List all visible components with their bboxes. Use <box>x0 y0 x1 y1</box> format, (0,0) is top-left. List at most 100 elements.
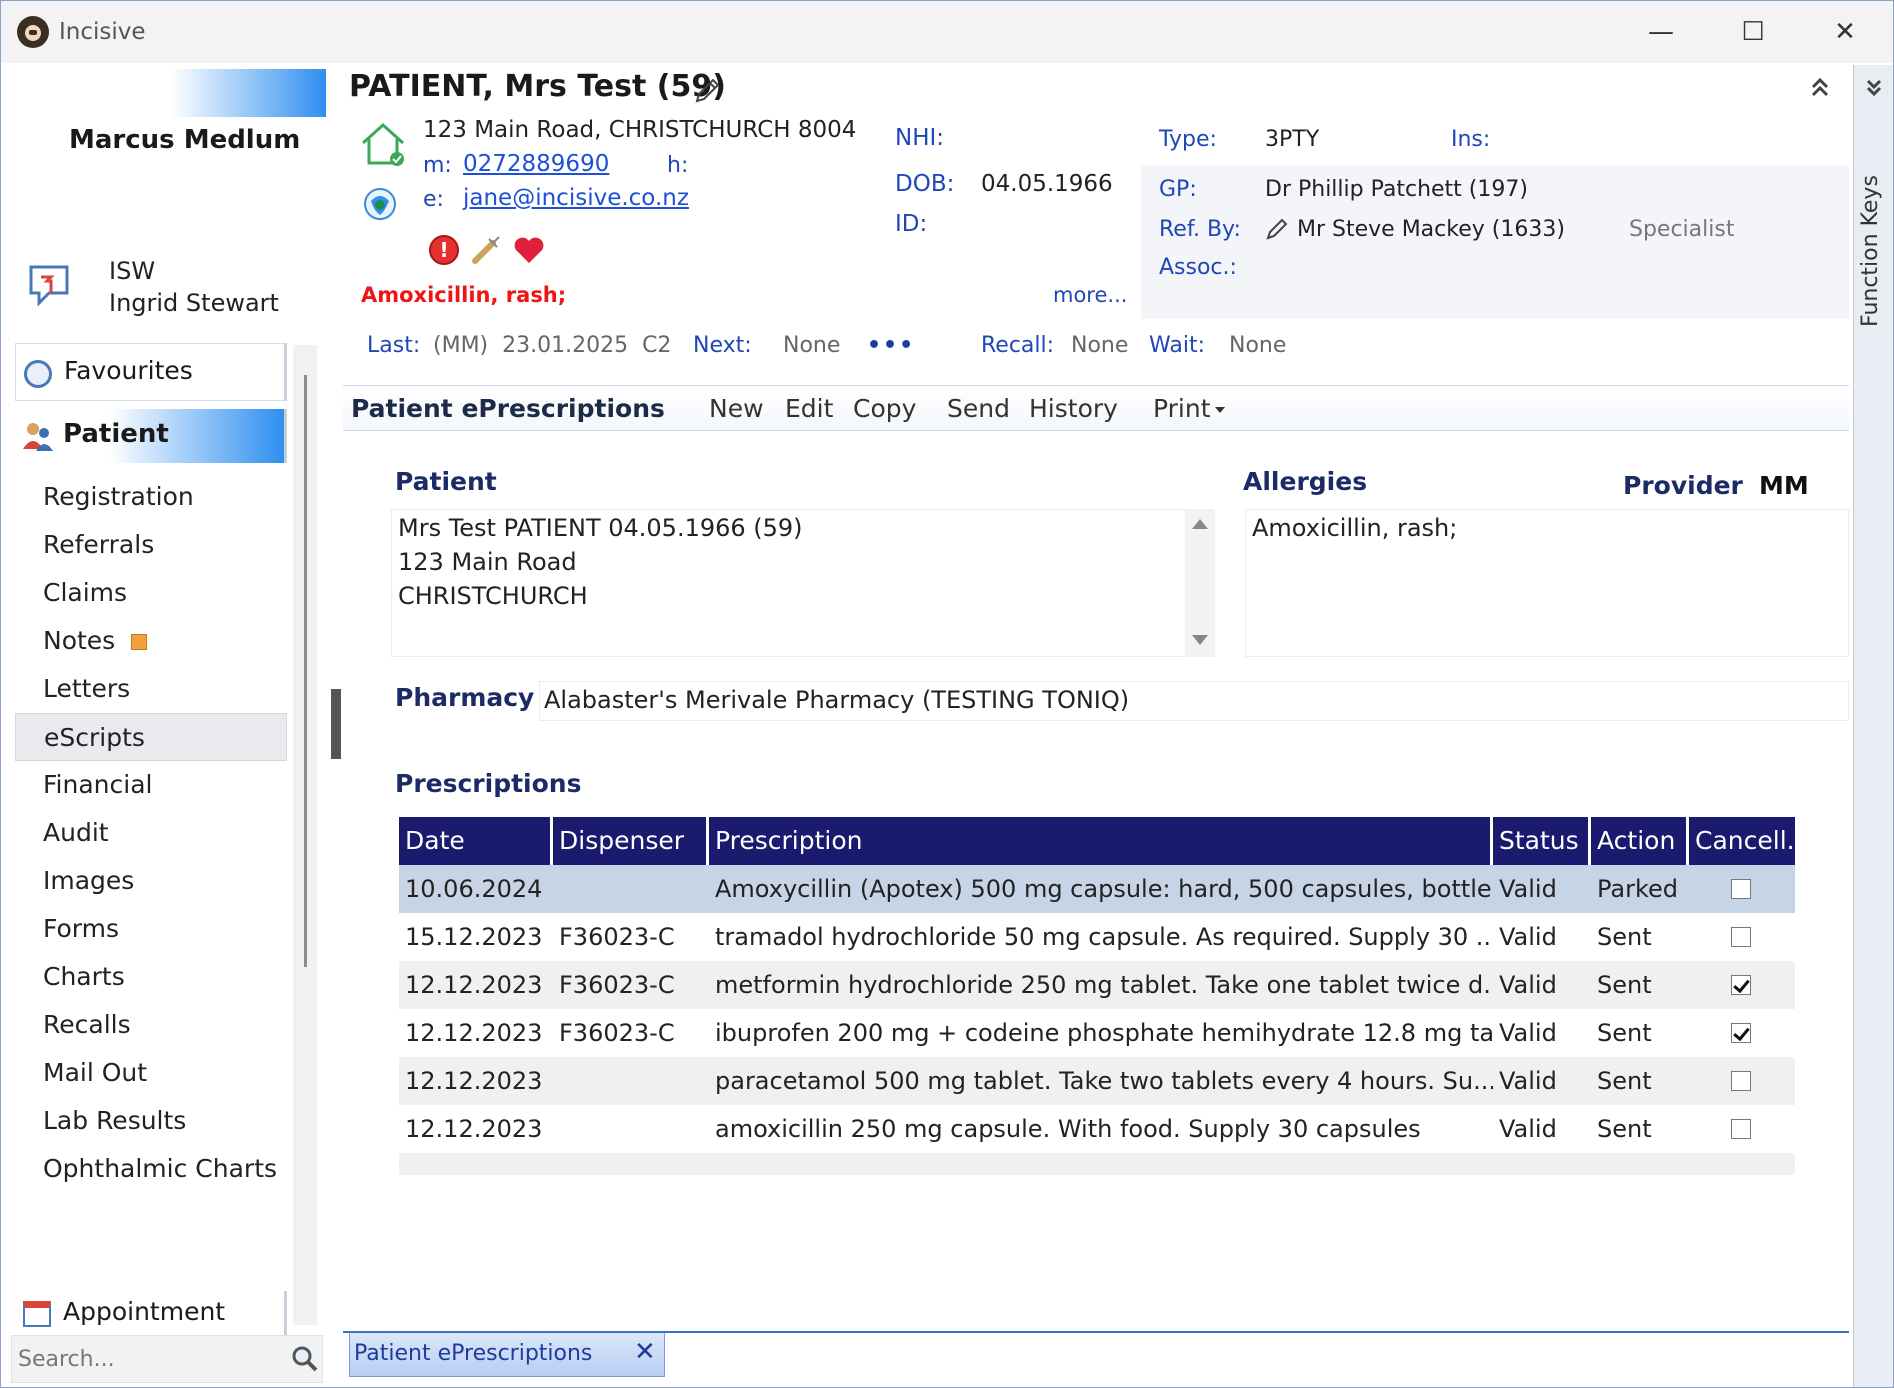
cell-action: Sent <box>1597 971 1652 999</box>
alert-icon[interactable]: ! <box>429 235 459 265</box>
nav-item-ophthalmic-charts[interactable]: Ophthalmic Charts <box>15 1145 287 1193</box>
minimize-button[interactable]: — <box>1631 13 1691 51</box>
message-sender-name[interactable]: Ingrid Stewart <box>109 289 279 317</box>
cancelled-checkbox[interactable] <box>1731 1119 1751 1139</box>
table-row[interactable]: 15.12.2023 F36023-C tramadol hydrochloride… <box>399 913 1795 961</box>
allergy-warning: Amoxicillin, rash; <box>361 283 567 307</box>
nav-item-letters[interactable]: Letters <box>15 665 287 713</box>
close-window-button[interactable]: ✕ <box>1815 13 1875 51</box>
column-header-date[interactable]: Date <box>399 817 553 865</box>
table-row[interactable]: 12.12.2023 amoxicillin 250 mg capsule. Wi… <box>399 1105 1795 1153</box>
prescriptions-table-body: 10.06.2024 Amoxycillin (Apotex) 500 mg ca… <box>399 865 1795 1153</box>
nav-item-charts[interactable]: Charts <box>15 953 287 1001</box>
patient-line-street: 123 Main Road <box>398 548 577 576</box>
allergies-text: Amoxicillin, rash; <box>1252 514 1458 542</box>
nav-item-recalls[interactable]: Recalls <box>15 1001 287 1049</box>
gp-value: Dr Phillip Patchett (197) <box>1265 177 1528 202</box>
referred-by-value: Mr Steve Mackey (1633) <box>1297 217 1565 242</box>
cancelled-checkbox[interactable] <box>1731 879 1751 899</box>
more-link[interactable]: more... <box>1053 283 1127 307</box>
double-chevron-down-icon[interactable] <box>1864 77 1884 97</box>
nav-item-notes[interactable]: Notes <box>15 617 287 665</box>
syringe-icon[interactable] <box>469 231 505 267</box>
pencil-icon[interactable] <box>1265 217 1289 241</box>
sidebar-scroll-thumb[interactable] <box>304 375 307 967</box>
function-keys-label[interactable]: Function Keys <box>1858 171 1890 331</box>
nav-item-audit[interactable]: Audit <box>15 809 287 857</box>
pharmacy-field[interactable]: Alabaster's Merivale Pharmacy (TESTING T… <box>539 681 1849 721</box>
message-icon[interactable] <box>27 263 77 307</box>
new-button[interactable]: New <box>709 394 764 423</box>
search-icon[interactable] <box>290 1344 318 1372</box>
nav-item-lab-results[interactable]: Lab Results <box>15 1097 287 1145</box>
nav-item-escripts[interactable]: eScripts <box>15 713 287 761</box>
table-row[interactable]: 12.12.2023 F36023-C metformin hydrochlorid… <box>399 961 1795 1009</box>
sidebar-scrollbar[interactable] <box>293 345 317 1325</box>
cancelled-checkbox[interactable] <box>1731 1071 1751 1091</box>
cell-status: Valid <box>1499 1019 1557 1047</box>
associates-label: Assoc.: <box>1159 255 1237 280</box>
nav-item-images[interactable]: Images <box>15 857 287 905</box>
cell-action: Sent <box>1597 1019 1652 1047</box>
patient-title: PATIENT, Mrs Test (59) <box>349 69 726 104</box>
user-banner <box>171 69 326 117</box>
cancelled-checkbox[interactable] <box>1731 975 1751 995</box>
toolbar-title: Patient ePrescriptions <box>351 394 665 423</box>
table-row[interactable]: 10.06.2024 Amoxycillin (Apotex) 500 mg ca… <box>399 865 1795 913</box>
type-value: 3PTY <box>1265 127 1320 152</box>
edit-button[interactable]: Edit <box>785 394 833 423</box>
document-tab-eprescriptions[interactable]: Patient ePrescriptions ✕ <box>349 1333 665 1377</box>
appointment-section-button[interactable]: Appointment <box>15 1291 287 1337</box>
patient-address: 123 Main Road, CHRISTCHURCH 8004 <box>423 117 857 143</box>
patient-section-title: Patient <box>395 467 497 496</box>
close-tab-icon[interactable]: ✕ <box>634 1337 656 1367</box>
cancelled-checkbox[interactable] <box>1731 927 1751 947</box>
pencil-icon[interactable] <box>693 77 721 105</box>
double-chevron-up-icon[interactable] <box>1807 75 1833 101</box>
message-sender-code[interactable]: ISW <box>109 257 155 285</box>
send-button[interactable]: Send <box>947 394 1010 423</box>
mobile-link[interactable]: 0272889690 <box>463 151 609 177</box>
window-title: Incisive <box>59 19 146 45</box>
heart-icon[interactable] <box>511 231 547 267</box>
nav-item-mail-out[interactable]: Mail Out <box>15 1049 287 1097</box>
gp-label: GP: <box>1159 177 1197 202</box>
column-header-prescription[interactable]: Prescription <box>709 817 1493 865</box>
email-label: e: <box>423 187 444 212</box>
nav-item-claims[interactable]: Claims <box>15 569 287 617</box>
cell-status: Valid <box>1499 875 1557 903</box>
nav-item-registration[interactable]: Registration <box>15 473 287 521</box>
history-button[interactable]: History <box>1029 394 1118 423</box>
function-keys-panel[interactable]: Function Keys <box>1853 65 1893 1387</box>
email-link[interactable]: jane@incisive.co.nz <box>463 185 689 211</box>
scroll-down-arrow-icon[interactable] <box>1192 635 1208 645</box>
cell-dispenser <box>553 865 709 913</box>
nav-item-forms[interactable]: Forms <box>15 905 287 953</box>
copy-button[interactable]: Copy <box>853 394 916 423</box>
column-header-status[interactable]: Status <box>1493 817 1591 865</box>
more-visits-button[interactable]: ••• <box>867 333 915 358</box>
document-tab-label: Patient ePrescriptions <box>354 1341 593 1366</box>
nav-item-referrals[interactable]: Referrals <box>15 521 287 569</box>
column-header-action[interactable]: Action <box>1591 817 1689 865</box>
patient-section-button[interactable]: Patient <box>15 409 287 463</box>
cancelled-checkbox[interactable] <box>1731 1023 1751 1043</box>
scroll-up-arrow-icon[interactable] <box>1192 519 1208 529</box>
patient-group-icon <box>23 423 53 451</box>
maximize-button[interactable]: ☐ <box>1723 13 1783 51</box>
provider-value: MM <box>1759 471 1809 500</box>
table-row[interactable]: 12.12.2023 F36023-C ibuprofen 200 mg + cod… <box>399 1009 1795 1057</box>
sidebar-collapse-handle[interactable] <box>331 689 341 759</box>
column-header-cancelled[interactable]: Cancell... <box>1689 817 1795 865</box>
cell-prescription: metformin hydrochloride 250 mg tablet. T… <box>715 971 1493 999</box>
eprescriptions-toolbar: Patient ePrescriptions New Edit Copy Sen… <box>343 385 1849 431</box>
cell-dispenser <box>553 1105 709 1153</box>
search-input[interactable] <box>18 1342 278 1376</box>
column-header-dispenser[interactable]: Dispenser <box>553 817 709 865</box>
table-row[interactable]: 12.12.2023 paracetamol 500 mg tablet. Tak… <box>399 1057 1795 1105</box>
print-dropdown[interactable]: Print <box>1153 394 1225 423</box>
patient-box-scrollbar[interactable] <box>1185 509 1215 657</box>
cell-status: Valid <box>1499 923 1557 951</box>
favourites-button[interactable]: Favourites <box>15 343 287 401</box>
nav-item-financial[interactable]: Financial <box>15 761 287 809</box>
